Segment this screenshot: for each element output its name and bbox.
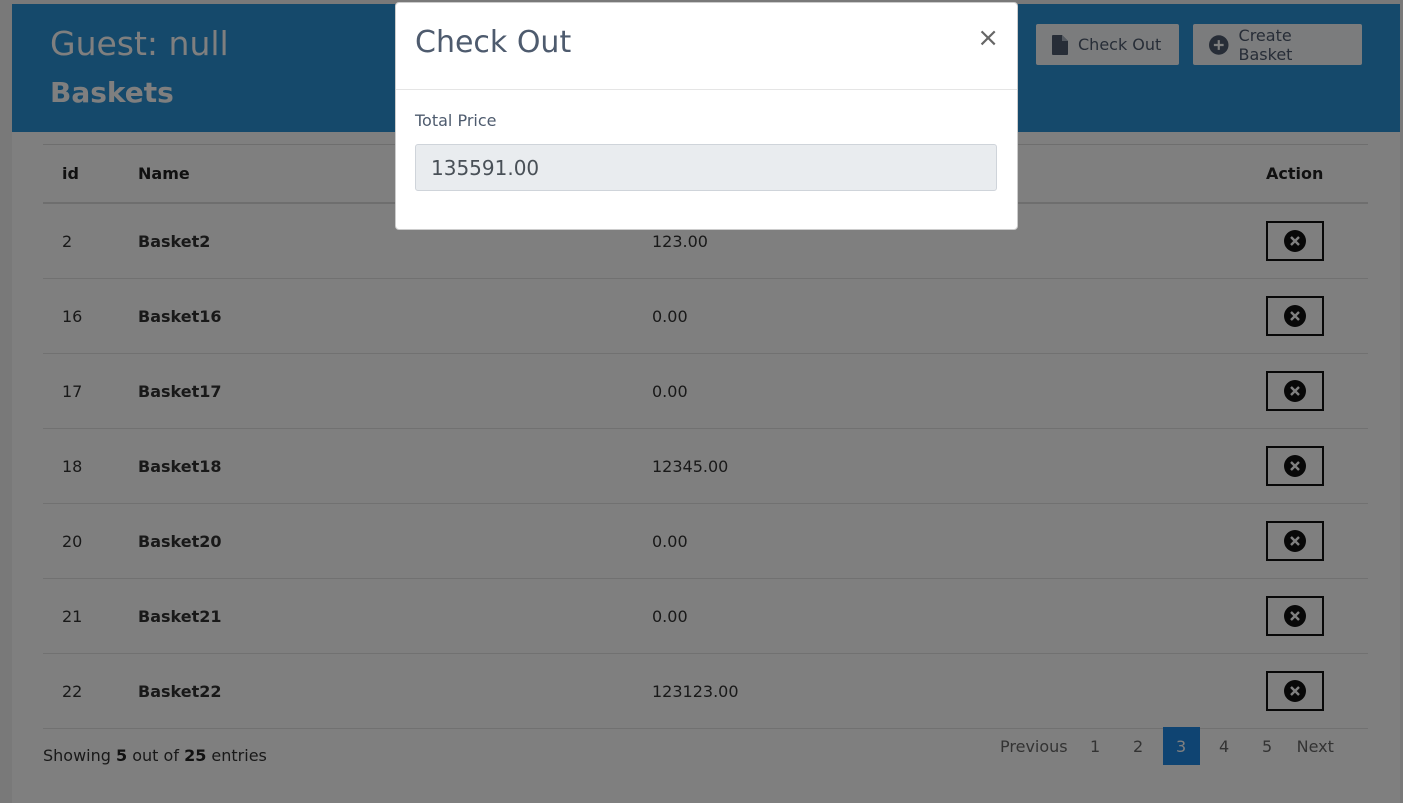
- modal-header: Check Out ×: [396, 3, 1017, 90]
- total-price-field[interactable]: [415, 144, 997, 191]
- modal-title: Check Out: [415, 25, 572, 60]
- close-icon[interactable]: ×: [977, 23, 999, 53]
- checkout-modal: Check Out × Total Price: [395, 2, 1018, 230]
- total-price-label: Total Price: [415, 111, 497, 130]
